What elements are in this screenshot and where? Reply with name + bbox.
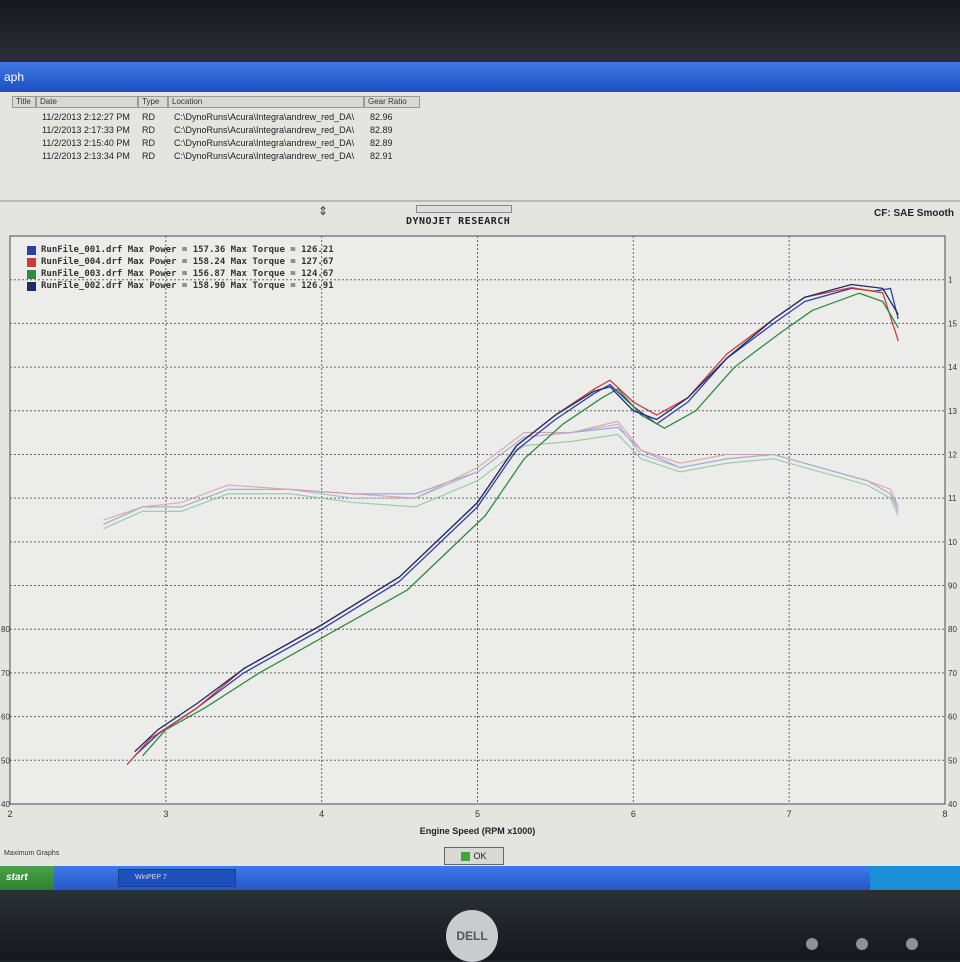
x-tick-label: 6 — [631, 809, 636, 819]
legend-power: Max Power = 158.24 — [127, 257, 226, 267]
x-tick-label: 3 — [163, 809, 168, 819]
legend-run-name: RunFile_001.drf — [41, 245, 123, 255]
col-header-location[interactable]: Location — [168, 96, 364, 108]
x-axis-label: Engine Speed (RPM x1000) — [420, 826, 536, 836]
col-header-title[interactable]: Title — [12, 96, 36, 108]
row-location: C:\DynoRuns\Acura\Integra\andrew_red_DA\ — [174, 151, 355, 161]
chart-legend: RunFile_001.drf Max Power = 157.36 Max T… — [27, 245, 334, 293]
y-tick-label-right: 40 — [948, 800, 957, 809]
chart-brand: DYNOJET RESEARCH — [406, 216, 511, 227]
monitor-bezel-bottom: DELL — [0, 890, 960, 962]
y-tick-label-right: 70 — [948, 669, 957, 678]
row-date: 11/2/2013 2:15:40 PM — [42, 138, 130, 148]
legend-swatch — [27, 246, 36, 255]
monitor-button[interactable] — [806, 938, 818, 950]
legend-run-name: RunFile_002.drf — [41, 281, 123, 291]
row-gear: 82.91 — [370, 151, 393, 161]
row-date: 11/2/2013 2:13:34 PM — [42, 151, 130, 161]
row-date: 11/2/2013 2:17:33 PM — [42, 125, 130, 135]
legend-swatch — [27, 258, 36, 267]
legend-swatch — [27, 282, 36, 291]
legend-torque: Max Torque = 127.67 — [230, 257, 334, 267]
row-gear: 82.89 — [370, 138, 393, 148]
row-type: RD — [142, 151, 155, 161]
x-tick-label: 4 — [319, 809, 324, 819]
x-tick-label: 5 — [475, 809, 480, 819]
horizontal-scrollbar[interactable] — [416, 205, 512, 213]
splitter-icon[interactable]: ⇕ — [318, 204, 328, 218]
col-header-gear-ratio[interactable]: Gear Ratio — [364, 96, 420, 108]
window-title: aph — [4, 70, 25, 84]
pane-divider[interactable] — [0, 200, 960, 202]
row-location: C:\DynoRuns\Acura\Integra\andrew_red_DA\ — [174, 125, 355, 135]
legend-power: Max Power = 157.36 — [127, 245, 226, 255]
row-type: RD — [142, 112, 155, 122]
status-text: Maximum Graphs — [4, 850, 60, 857]
correction-factor: CF: SAE Smooth — [874, 208, 954, 219]
monitor-button[interactable] — [906, 938, 918, 950]
start-button[interactable]: start — [0, 866, 54, 890]
y-tick-label-left: 40 — [1, 800, 10, 809]
legend-item[interactable]: RunFile_004.drf Max Power = 158.24 Max T… — [27, 257, 334, 269]
table-row[interactable]: 11/2/2013 2:17:33 PM RD C:\DynoRuns\Acur… — [0, 125, 420, 138]
col-header-date[interactable]: Date — [36, 96, 138, 108]
row-gear: 82.96 — [370, 112, 393, 122]
legend-run-name: RunFile_003.drf — [41, 269, 123, 279]
y-tick-label-left: 60 — [1, 713, 10, 722]
system-tray[interactable] — [870, 866, 960, 890]
y-tick-label-right: 14 — [948, 363, 957, 372]
y-tick-label-right: 10 — [948, 538, 957, 547]
y-tick-label-right: 1 — [948, 276, 953, 285]
y-tick-label-left: 50 — [1, 756, 10, 765]
row-type: RD — [142, 138, 155, 148]
legend-torque: Max Torque = 126.21 — [230, 245, 334, 255]
legend-run-name: RunFile_004.drf — [41, 257, 123, 267]
legend-item[interactable]: RunFile_001.drf Max Power = 157.36 Max T… — [27, 245, 334, 257]
screen: aph Title Date Type Location Gear Ratio … — [0, 62, 960, 890]
legend-item[interactable]: RunFile_002.drf Max Power = 158.90 Max T… — [27, 281, 334, 293]
y-tick-label-right: 80 — [948, 625, 957, 634]
runs-table: Title Date Type Location Gear Ratio 11/2… — [0, 96, 960, 196]
table-row[interactable]: 11/2/2013 2:12:27 PM RD C:\DynoRuns\Acur… — [0, 112, 420, 125]
y-tick-label-right: 11 — [948, 494, 957, 503]
taskbar: start WinPEP 7 — [0, 866, 960, 890]
y-tick-label-right: 50 — [948, 756, 957, 765]
checkmark-icon — [461, 852, 471, 862]
y-tick-label-left: 80 — [1, 625, 10, 634]
table-row[interactable]: 11/2/2013 2:15:40 PM RD C:\DynoRuns\Acur… — [0, 138, 420, 151]
ok-button[interactable]: OK — [444, 847, 504, 865]
legend-swatch — [27, 270, 36, 279]
y-tick-label-right: 13 — [948, 407, 957, 416]
x-tick-label: 2 — [7, 809, 12, 819]
legend-torque: Max Torque = 126.91 — [230, 281, 334, 291]
legend-power: Max Power = 158.90 — [127, 281, 226, 291]
y-tick-label-right: 12 — [948, 450, 957, 459]
x-tick-label: 8 — [942, 809, 947, 819]
row-gear: 82.89 — [370, 125, 393, 135]
row-location: C:\DynoRuns\Acura\Integra\andrew_red_DA\ — [174, 112, 355, 122]
row-location: C:\DynoRuns\Acura\Integra\andrew_red_DA\ — [174, 138, 355, 148]
dell-logo: DELL — [446, 910, 498, 962]
dyno-chart: 2 3 4 5 6 7 8404050506060707080809010111213141… — [1, 235, 957, 836]
legend-torque: Max Torque = 124.67 — [230, 269, 334, 279]
taskbar-item-winpep[interactable]: WinPEP 7 — [118, 869, 236, 887]
ok-label: OK — [473, 851, 487, 861]
window-titlebar[interactable]: aph — [0, 62, 960, 92]
legend-power: Max Power = 156.87 — [127, 269, 226, 279]
monitor-bezel-top — [0, 0, 960, 62]
y-tick-label-right: 15 — [948, 319, 957, 328]
y-tick-label-right: 60 — [948, 713, 957, 722]
y-tick-label-left: 70 — [1, 669, 10, 678]
x-tick-label: 7 — [787, 809, 792, 819]
monitor-button[interactable] — [856, 938, 868, 950]
row-type: RD — [142, 125, 155, 135]
row-date: 11/2/2013 2:12:27 PM — [42, 112, 130, 122]
legend-item[interactable]: RunFile_003.drf Max Power = 156.87 Max T… — [27, 269, 334, 281]
col-header-type[interactable]: Type — [138, 96, 168, 108]
table-row[interactable]: 11/2/2013 2:13:34 PM RD C:\DynoRuns\Acur… — [0, 151, 420, 164]
y-tick-label-right: 90 — [948, 582, 957, 591]
